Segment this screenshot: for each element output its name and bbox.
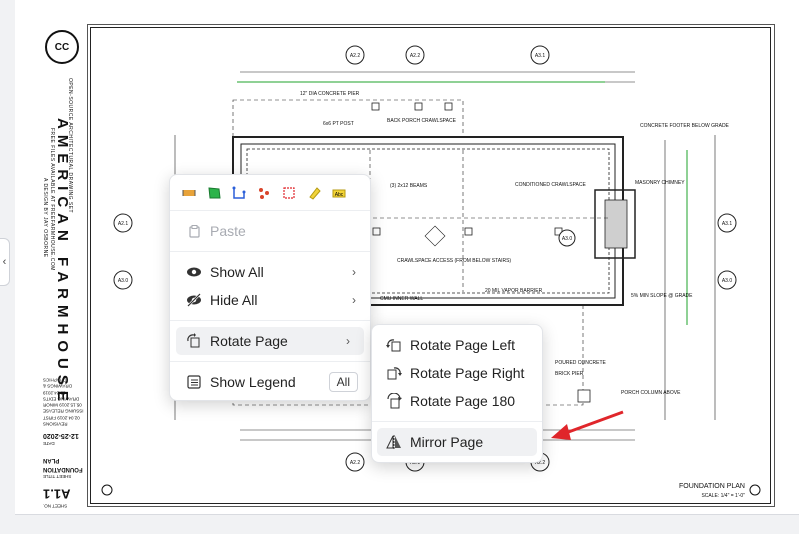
rotate-page-left-label: Rotate Page Left bbox=[410, 337, 516, 353]
svg-text:A3.0: A3.0 bbox=[118, 278, 129, 284]
rotate-page-180-label: Rotate Page 180 bbox=[410, 393, 516, 409]
highlighter-icon[interactable] bbox=[307, 186, 321, 200]
rotate-left-icon bbox=[386, 337, 402, 353]
plan-scale: SCALE: 1/4" = 1'-0" bbox=[701, 493, 745, 499]
svg-text:Abc: Abc bbox=[335, 192, 344, 198]
legend-all-badge[interactable]: All bbox=[328, 372, 358, 392]
menu-separator bbox=[170, 251, 370, 252]
rotate-page-menu-item[interactable]: Rotate Page › bbox=[176, 327, 364, 355]
svg-text:A2.2: A2.2 bbox=[350, 460, 361, 466]
rotate-page-right-label: Rotate Page Right bbox=[410, 365, 525, 381]
mirror-page-label: Mirror Page bbox=[410, 434, 484, 450]
show-legend-label: Show Legend bbox=[210, 374, 296, 390]
svg-text:CONDITIONED CRAWLSPACE: CONDITIONED CRAWLSPACE bbox=[515, 182, 587, 188]
paste-label: Paste bbox=[210, 223, 246, 239]
rotate-page-icon bbox=[186, 333, 202, 349]
svg-text:A2.1: A2.1 bbox=[118, 221, 129, 227]
svg-text:CRAWLSPACE ACCESS (FROM BELOW: CRAWLSPACE ACCESS (FROM BELOW STAIRS) bbox=[397, 258, 511, 264]
menu-separator bbox=[372, 421, 542, 422]
legend-list-icon bbox=[186, 374, 202, 390]
rotate-page-label: Rotate Page bbox=[210, 333, 288, 349]
show-all-menu-item[interactable]: Show All › bbox=[170, 258, 370, 286]
plan-title: FOUNDATION PLAN bbox=[679, 483, 745, 490]
clipboard-icon bbox=[186, 223, 202, 239]
chevron-right-icon: › bbox=[346, 334, 350, 348]
mirror-page-item[interactable]: Mirror Page bbox=[377, 428, 537, 456]
svg-text:6x6 PT POST: 6x6 PT POST bbox=[323, 121, 354, 127]
show-legend-menu-item[interactable]: Show Legend All bbox=[170, 368, 370, 396]
svg-text:CMU INNER WALL: CMU INNER WALL bbox=[380, 296, 423, 302]
north-arrow-icon bbox=[101, 484, 113, 496]
svg-text:CONCRETE FOOTER BELOW GRADE: CONCRETE FOOTER BELOW GRADE bbox=[640, 123, 730, 129]
hide-all-label: Hide All bbox=[210, 292, 258, 308]
svg-text:20 MIL VAPOR BARRIER: 20 MIL VAPOR BARRIER bbox=[485, 288, 543, 294]
svg-text:POURED CONCRETE: POURED CONCRETE bbox=[555, 360, 607, 366]
chevron-left-icon: ‹ bbox=[2, 256, 7, 268]
svg-text:5% MIN SLOPE @ GRADE: 5% MIN SLOPE @ GRADE bbox=[631, 293, 693, 299]
svg-text:A2.2: A2.2 bbox=[410, 53, 421, 59]
red-arrow bbox=[562, 410, 624, 436]
show-all-label: Show All bbox=[210, 264, 264, 280]
svg-text:(3) 2x12 BEAMS: (3) 2x12 BEAMS bbox=[390, 183, 428, 189]
svg-text:PORCH COLUMN ABOVE: PORCH COLUMN ABOVE bbox=[621, 390, 681, 396]
eye-icon bbox=[186, 264, 202, 280]
rectangle-icon[interactable] bbox=[282, 186, 296, 200]
svg-text:A3.0: A3.0 bbox=[562, 236, 573, 242]
context-menu: Abc Paste Show All › Hide All › Rotate P… bbox=[169, 174, 371, 401]
rotate-page-180-item[interactable]: Rotate Page 180 bbox=[372, 387, 542, 415]
svg-text:A3.1: A3.1 bbox=[535, 53, 546, 59]
left-panel-toggle[interactable]: ‹ bbox=[0, 238, 10, 286]
mirror-icon bbox=[386, 434, 402, 450]
svg-text:A3.0: A3.0 bbox=[722, 278, 733, 284]
text-box-icon[interactable]: Abc bbox=[332, 186, 346, 200]
svg-text:A3.1: A3.1 bbox=[722, 221, 733, 227]
markup-toolbar: Abc bbox=[170, 179, 370, 211]
svg-text:MASONRY CHIMNEY: MASONRY CHIMNEY bbox=[635, 180, 685, 186]
area-icon[interactable] bbox=[207, 186, 221, 200]
count-icon[interactable] bbox=[257, 186, 271, 200]
chevron-right-icon: › bbox=[352, 265, 356, 279]
svg-text:12" DIA CONCRETE PIER: 12" DIA CONCRETE PIER bbox=[300, 91, 360, 97]
rotate-page-right-item[interactable]: Rotate Page Right bbox=[372, 359, 542, 387]
polyline-icon[interactable] bbox=[232, 186, 246, 200]
eye-off-icon bbox=[186, 292, 202, 308]
chevron-right-icon: › bbox=[352, 293, 356, 307]
ruler-icon[interactable] bbox=[182, 186, 196, 200]
svg-text:BACK PORCH CRAWLSPACE: BACK PORCH CRAWLSPACE bbox=[387, 118, 457, 124]
svg-text:BRICK PIER: BRICK PIER bbox=[555, 371, 584, 377]
menu-separator bbox=[170, 320, 370, 321]
hide-all-menu-item[interactable]: Hide All › bbox=[170, 286, 370, 314]
rotate-right-icon bbox=[386, 365, 402, 381]
marker-label: A2.2 bbox=[350, 53, 361, 59]
rotate-180-icon bbox=[386, 393, 402, 409]
rotate-submenu: Rotate Page Left Rotate Page Right Rotat… bbox=[371, 324, 543, 463]
rotate-page-left-item[interactable]: Rotate Page Left bbox=[372, 331, 542, 359]
menu-separator bbox=[170, 361, 370, 362]
paste-menu-item[interactable]: Paste bbox=[170, 217, 370, 245]
